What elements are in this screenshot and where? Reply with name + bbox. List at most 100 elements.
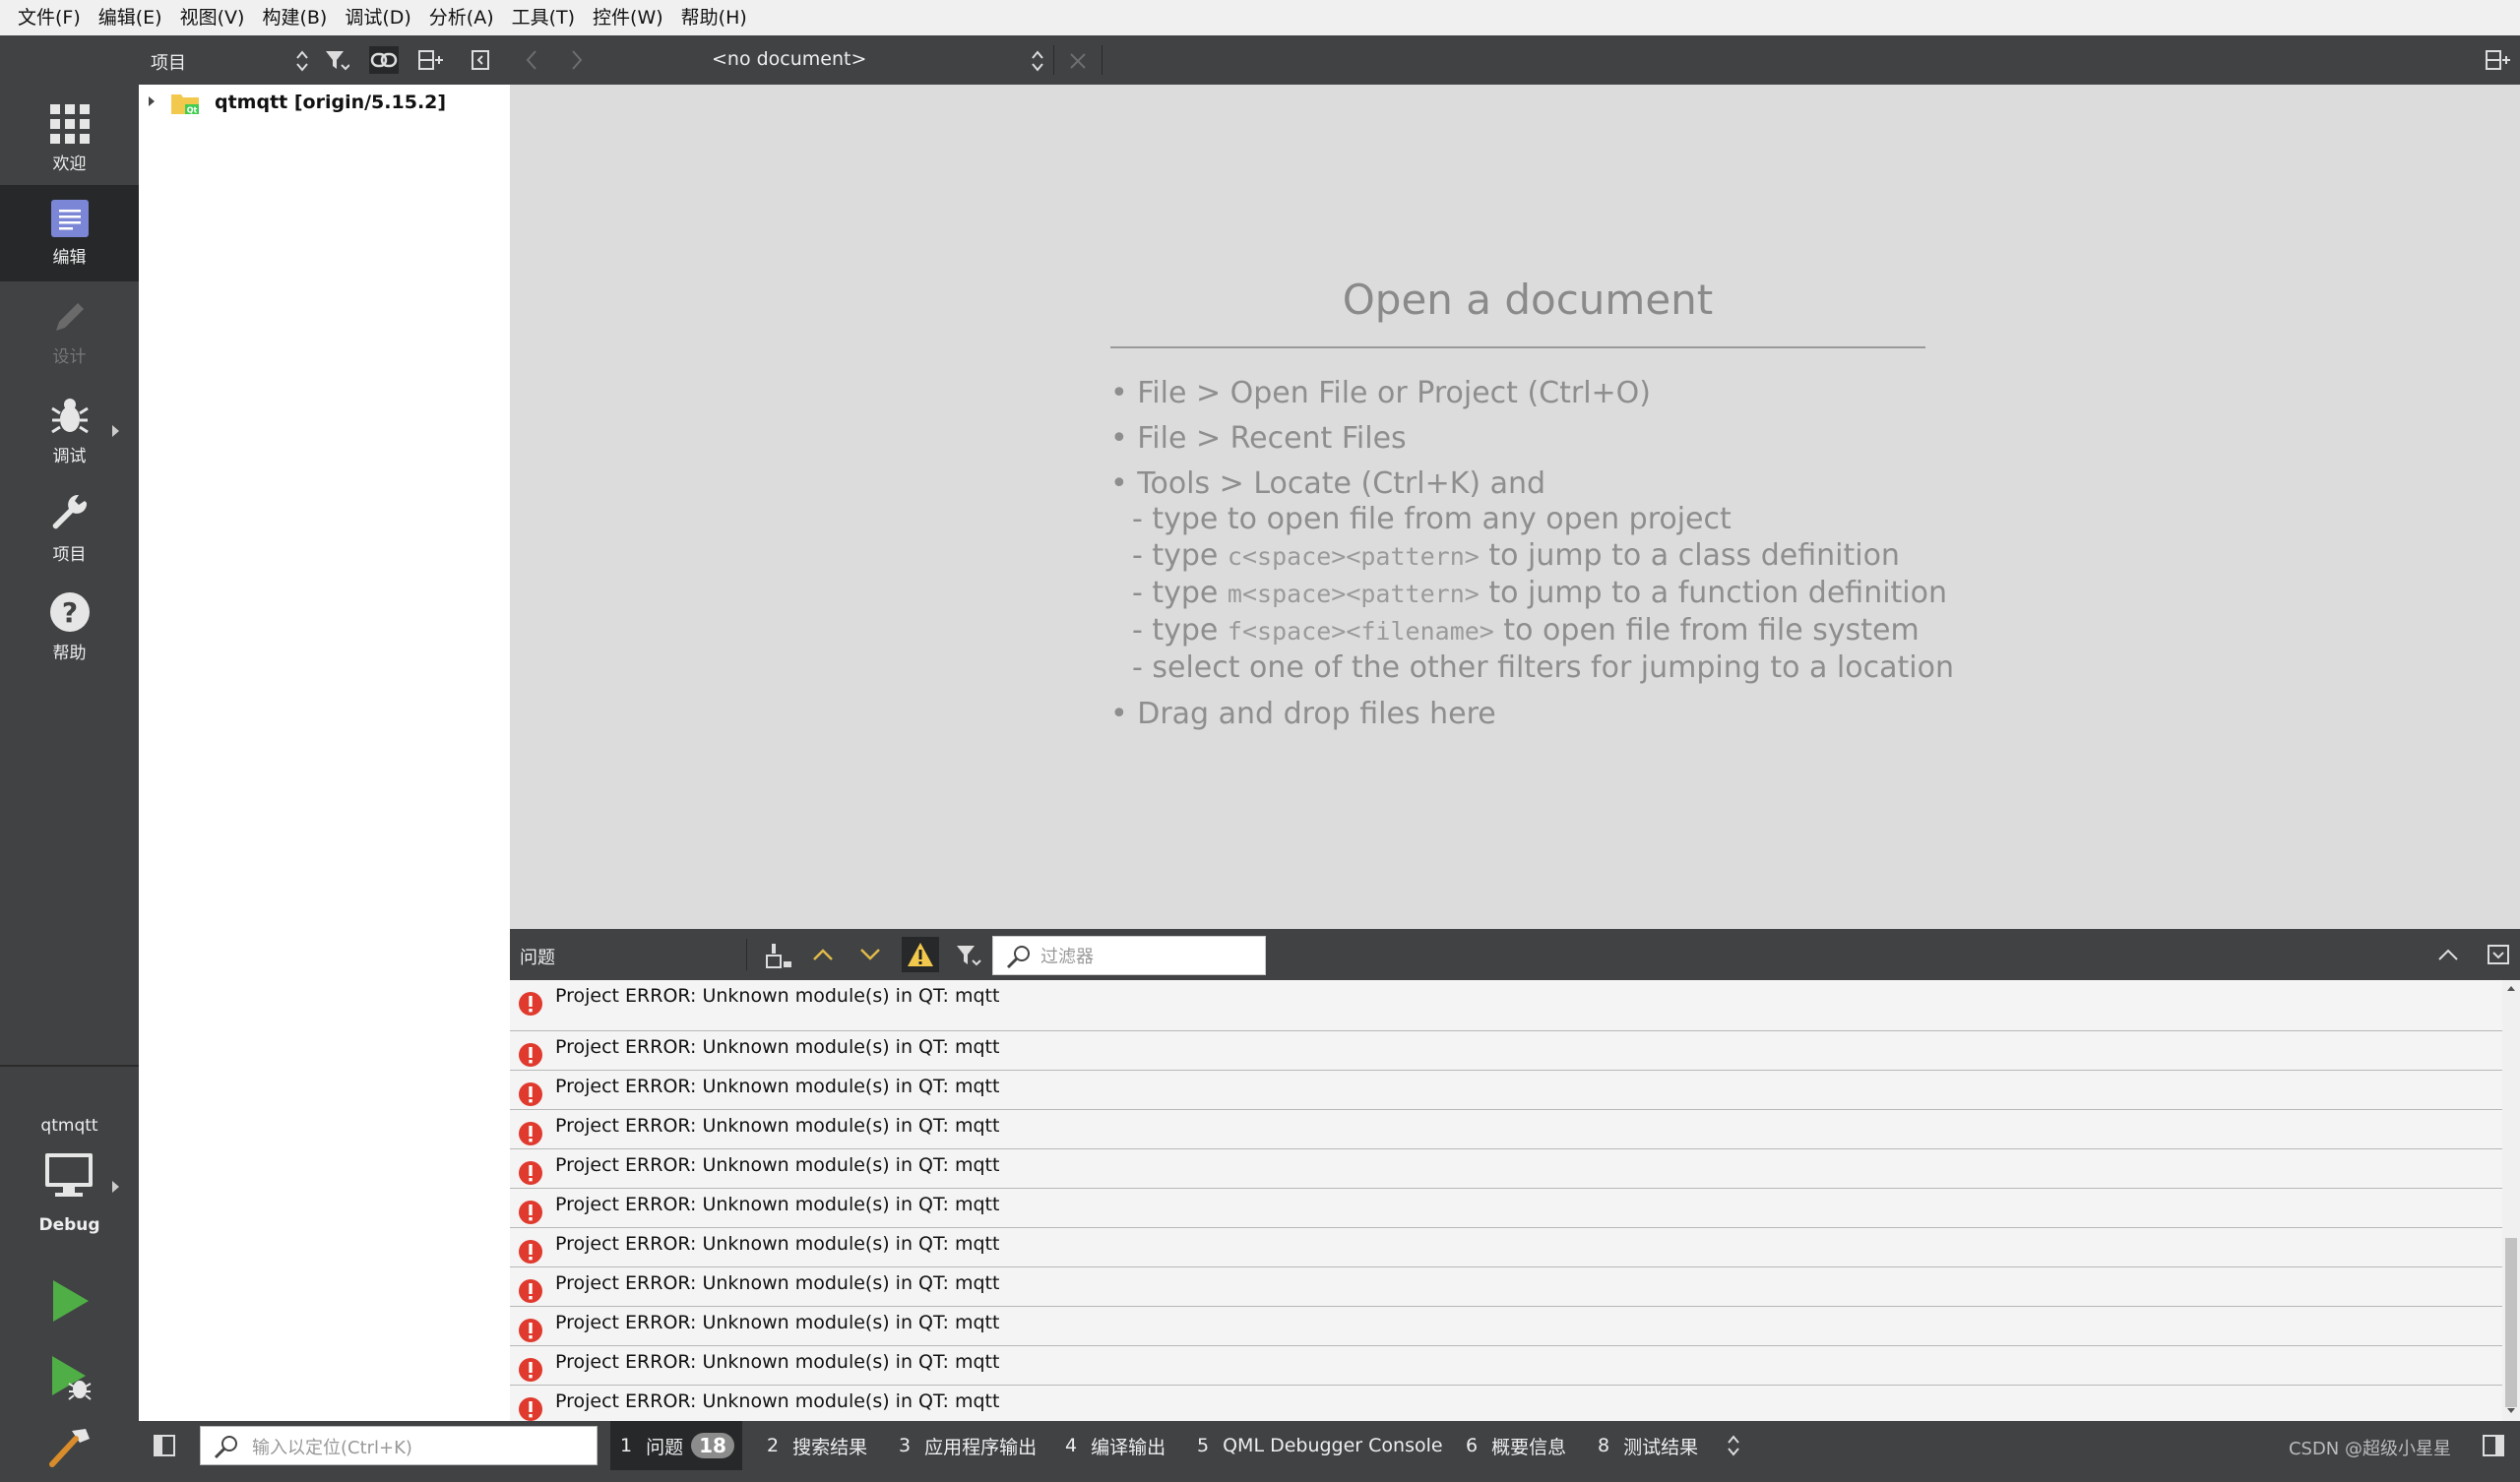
pane-tab-general-messages[interactable]: 6 概要信息 — [1456, 1421, 1566, 1470]
locator-input[interactable] — [250, 1434, 589, 1461]
issue-message: Project ERROR: Unknown module(s) in QT: … — [555, 985, 1000, 1007]
issues-filter-box[interactable] — [992, 936, 1266, 975]
pencil-icon — [55, 302, 84, 331]
issues-filter-input[interactable] — [1039, 943, 1259, 970]
error-icon — [519, 1043, 542, 1067]
minimize-panel-icon[interactable] — [2487, 943, 2510, 966]
scrollbar-thumb[interactable] — [2505, 1238, 2517, 1407]
issue-row[interactable]: Project ERROR: Unknown module(s) in QT: … — [510, 1031, 2502, 1071]
scroll-up-icon[interactable] — [2506, 984, 2516, 992]
error-icon — [519, 1279, 542, 1303]
search-icon — [1006, 946, 1030, 969]
wrench-icon — [52, 494, 87, 528]
menu-build[interactable]: 构建(B) — [254, 0, 335, 35]
show-warnings-toggle[interactable] — [902, 937, 939, 972]
split-add-icon[interactable] — [2485, 48, 2512, 72]
mode-label: 帮助 — [52, 643, 87, 663]
tree-item-qtmqtt[interactable]: Qt qtmqtt [origin/5.15.2] — [139, 85, 510, 120]
menu-tools[interactable]: 工具(T) — [504, 0, 583, 35]
issue-row[interactable]: Project ERROR: Unknown module(s) in QT: … — [510, 1386, 2502, 1421]
document-selector[interactable]: <no document> — [712, 48, 866, 70]
hint-locate: • Tools > Locate (Ctrl+K) and — [1110, 466, 1546, 501]
kit-selector[interactable]: qtmqtt Debug — [0, 1071, 139, 1244]
locator-box[interactable] — [200, 1426, 598, 1465]
toggle-sidebar-icon[interactable] — [153, 1434, 176, 1457]
issue-row[interactable]: Project ERROR: Unknown module(s) in QT: … — [510, 1071, 2502, 1110]
svg-text:?: ? — [61, 596, 77, 629]
qt-folder-icon: Qt — [171, 94, 199, 115]
project-view-selector[interactable]: 项目 — [151, 49, 186, 75]
hint-text: - type — [1132, 576, 1228, 610]
warning-icon — [908, 943, 933, 966]
pane-tab-search-results[interactable]: 2 搜索结果 — [757, 1421, 867, 1470]
pane-label: 编译输出 — [1091, 1436, 1166, 1458]
run-button[interactable] — [0, 1266, 139, 1336]
pane-tab-test-results[interactable]: 8 测试结果 — [1588, 1421, 1698, 1470]
pane-tab-application-output[interactable]: 3 应用程序输出 — [889, 1421, 1037, 1470]
issue-row[interactable]: Project ERROR: Unknown module(s) in QT: … — [510, 1346, 2502, 1386]
issue-message: Project ERROR: Unknown module(s) in QT: … — [555, 1390, 1000, 1412]
pane-tab-issues[interactable]: 1 问题 18 — [610, 1421, 742, 1470]
mode-projects[interactable]: 项目 — [0, 480, 139, 577]
close-sidebar-button[interactable] — [466, 46, 495, 74]
split-add-icon — [418, 50, 443, 70]
issue-row[interactable]: Project ERROR: Unknown module(s) in QT: … — [510, 1189, 2502, 1228]
issue-row[interactable]: Project ERROR: Unknown module(s) in QT: … — [510, 1110, 2502, 1149]
debug-run-button[interactable] — [0, 1342, 139, 1413]
hint-code: f<space><filename> — [1227, 617, 1494, 646]
menu-debug[interactable]: 调试(D) — [337, 0, 418, 35]
error-icon — [519, 1358, 542, 1382]
next-item-icon[interactable] — [858, 945, 882, 964]
split-panel-button[interactable] — [416, 46, 446, 74]
filter-tree-button[interactable] — [322, 46, 351, 74]
close-document-icon[interactable] — [1068, 51, 1088, 71]
menu-file[interactable]: 文件(F) — [10, 0, 89, 35]
submenu-arrow-icon — [112, 425, 119, 437]
toggle-right-sidebar-icon[interactable] — [2482, 1434, 2505, 1457]
editor-area[interactable]: Open a document • File > Open File or Pr… — [510, 85, 2520, 929]
mode-debug[interactable]: 调试 — [0, 382, 139, 478]
edit-document-icon — [50, 199, 89, 237]
issues-scrollbar[interactable] — [2502, 980, 2520, 1421]
updown-arrows-icon[interactable] — [294, 49, 310, 73]
issue-row[interactable]: Project ERROR: Unknown module(s) in QT: … — [510, 1307, 2502, 1346]
filter-icon[interactable] — [955, 943, 982, 968]
menu-view[interactable]: 视图(V) — [172, 0, 253, 35]
previous-item-icon[interactable] — [811, 945, 835, 964]
nav-forward-icon[interactable] — [569, 49, 585, 71]
nav-back-icon[interactable] — [524, 49, 539, 71]
pane-number: 2 — [767, 1435, 780, 1456]
build-button[interactable] — [0, 1411, 139, 1482]
pane-label: QML Debugger Console — [1223, 1435, 1443, 1456]
updown-arrows-icon[interactable] — [1030, 49, 1045, 73]
menu-help[interactable]: 帮助(H) — [673, 0, 755, 35]
error-icon — [519, 992, 542, 1016]
issue-row[interactable]: Project ERROR: Unknown module(s) in QT: … — [510, 1228, 2502, 1267]
scroll-down-icon[interactable] — [2506, 1407, 2516, 1415]
issue-row[interactable]: Project ERROR: Unknown module(s) in QT: … — [510, 980, 2502, 1031]
issue-message: Project ERROR: Unknown module(s) in QT: … — [555, 1351, 1000, 1373]
sync-editor-button[interactable] — [369, 46, 399, 74]
error-icon — [519, 1319, 542, 1342]
hint-locate-class: - type c<space><pattern> to jump to a cl… — [1132, 538, 1900, 573]
menu-controls[interactable]: 控件(W) — [585, 0, 671, 35]
mode-design[interactable]: 设计 — [0, 283, 139, 380]
pane-tab-compile-output[interactable]: 4 编译输出 — [1055, 1421, 1166, 1470]
issue-row[interactable]: Project ERROR: Unknown module(s) in QT: … — [510, 1267, 2502, 1307]
filter-icon — [326, 51, 349, 71]
issue-row[interactable]: Project ERROR: Unknown module(s) in QT: … — [510, 1149, 2502, 1189]
chevron-up-icon[interactable] — [2437, 945, 2459, 964]
project-panel-toolbar: 项目 — [139, 35, 510, 85]
menu-edit[interactable]: 编辑(E) — [91, 0, 170, 35]
updown-arrows-icon[interactable] — [1726, 1434, 1741, 1457]
mode-edit[interactable]: 编辑 — [0, 185, 139, 281]
menu-analyze[interactable]: 分析(A) — [421, 0, 502, 35]
clean-icon[interactable] — [764, 942, 793, 969]
mode-help[interactable]: ? 帮助 — [0, 579, 139, 675]
hammer-icon — [48, 1429, 90, 1467]
expand-arrow-icon[interactable] — [149, 96, 155, 106]
pane-number: 5 — [1197, 1435, 1210, 1456]
mode-welcome[interactable]: 欢迎 — [0, 91, 139, 187]
pane-tab-qml-console[interactable]: 5 QML Debugger Console — [1187, 1421, 1443, 1470]
hint-locate-other-filters: - select one of the other filters for ju… — [1132, 650, 1954, 685]
